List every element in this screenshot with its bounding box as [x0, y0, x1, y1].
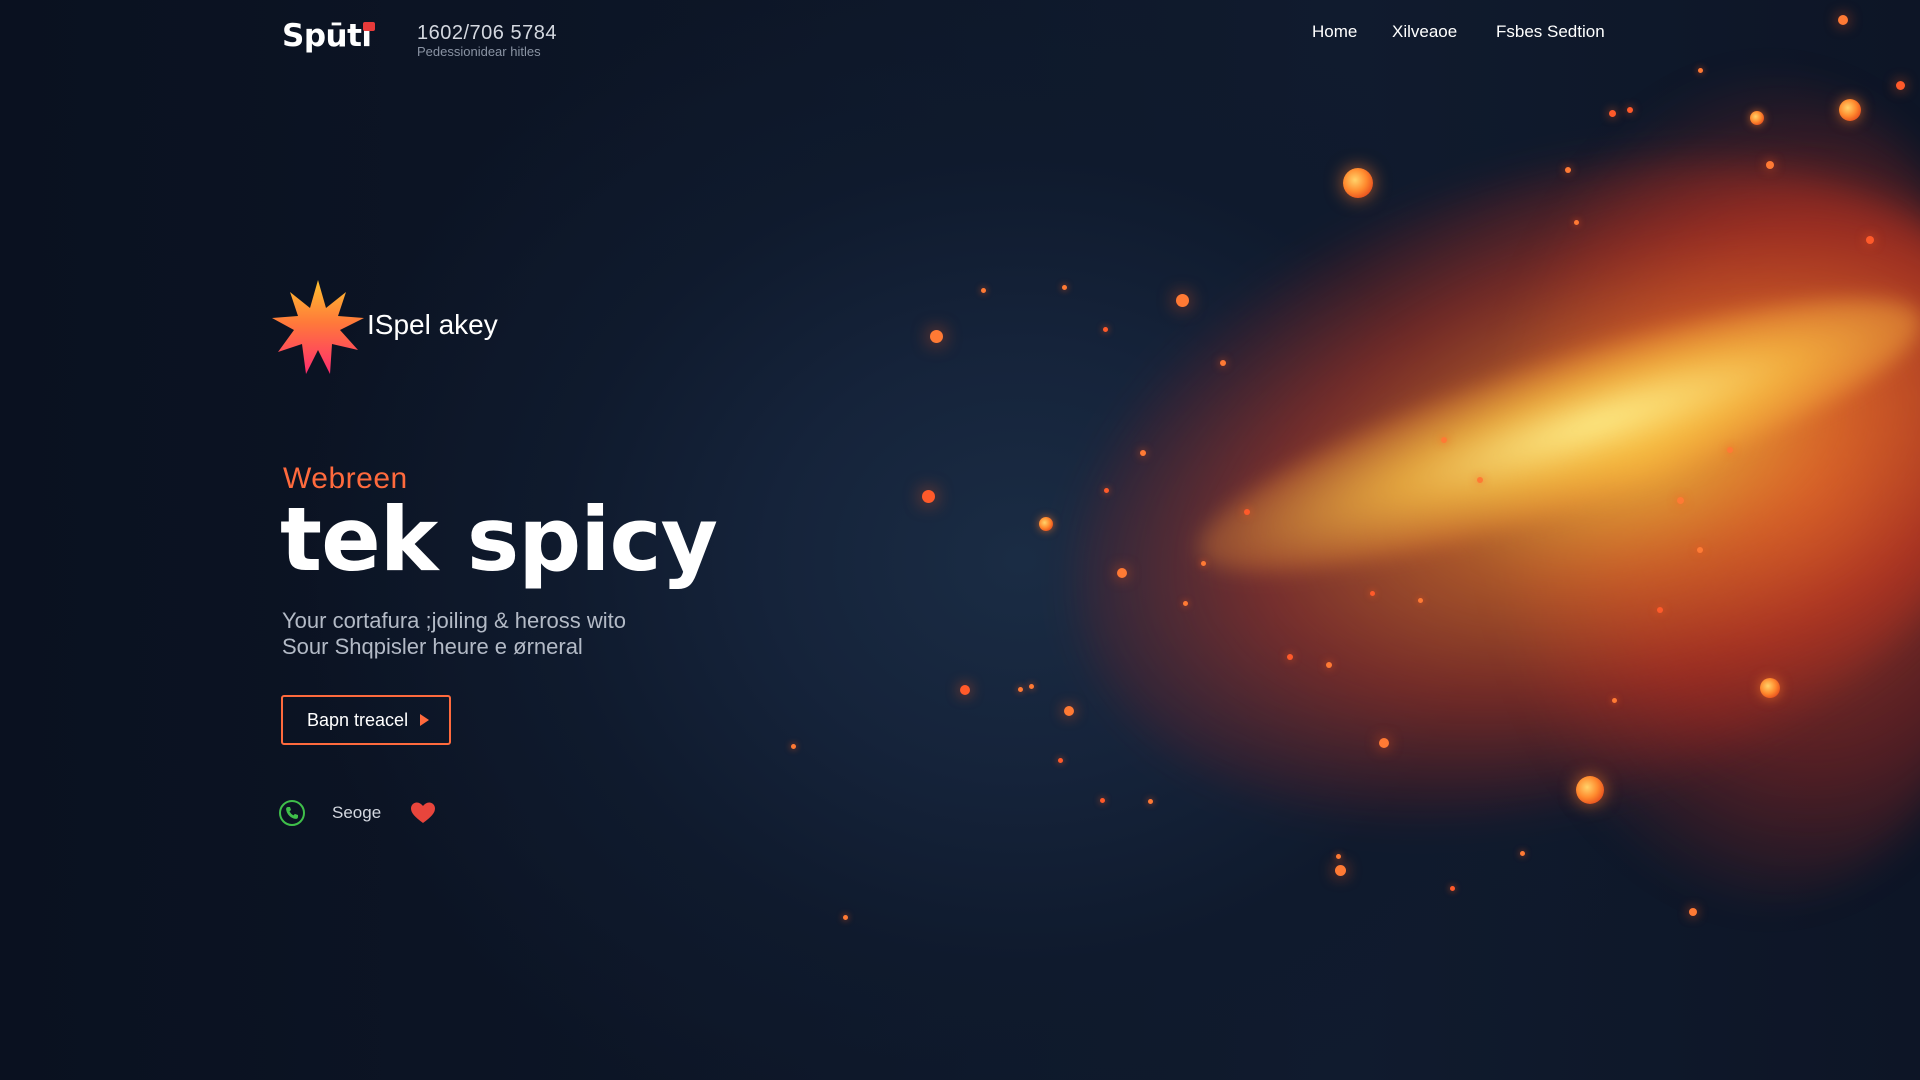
ember-particle: [1061, 284, 1067, 290]
ember-particle: [929, 329, 943, 343]
ember-particle: [1140, 450, 1146, 456]
hero-headline: tek spicy: [280, 488, 718, 591]
starburst-icon: [272, 280, 364, 374]
ember-particle: [1676, 496, 1684, 504]
ember-particle: [1627, 107, 1633, 113]
hero-background: Spūti 1602/706 5784 Pedessionidear hitle…: [0, 0, 1920, 1080]
nav-item-section[interactable]: Fsbes Sedtion: [1496, 22, 1605, 42]
logo-accent-mark: [363, 22, 375, 31]
ember-particle: [1689, 908, 1697, 916]
ember-particle: [1766, 161, 1774, 169]
ember-particle: [1326, 662, 1332, 668]
ember-particle: [1657, 607, 1663, 613]
ember-particle: [1244, 509, 1250, 515]
ember-particle: [1441, 437, 1447, 443]
phone-handset-icon: [286, 807, 298, 819]
ember-particle: [1200, 560, 1206, 566]
ember-particle: [1573, 219, 1579, 225]
cta-button-label: Bapn treacel: [307, 709, 409, 730]
ember-particle: [1417, 597, 1423, 603]
ember-particle: [1866, 236, 1874, 244]
ember-particle: [921, 489, 935, 503]
ember-particle: [1102, 326, 1108, 332]
ember-particle: [1175, 293, 1189, 307]
ember-particle: [1064, 706, 1074, 716]
ember-particle: [1117, 568, 1127, 578]
header-phone-number: 1602/706 5784: [417, 22, 557, 44]
ember-particle: [1477, 477, 1483, 483]
site-header: Spūti 1602/706 5784 Pedessionidear hitle…: [0, 0, 1920, 70]
ember-particle: [1379, 738, 1389, 748]
site-logo[interactable]: Spūti: [282, 18, 372, 54]
ember-particle: [1608, 109, 1616, 117]
ember-particle: [1182, 600, 1188, 606]
ember-particle: [1750, 111, 1764, 125]
cta-button[interactable]: Bapn treacel: [281, 695, 451, 745]
ember-particle: [980, 287, 986, 293]
ember-particle: [1895, 80, 1905, 90]
ember-particle: [1611, 697, 1617, 703]
hero-subtitle-line-1: Your cortafura ;joiling & heross wito: [282, 608, 627, 633]
nav-item-home[interactable]: Home: [1312, 22, 1357, 42]
ember-particle: [1099, 797, 1105, 803]
ember-particle: [1576, 776, 1604, 804]
ember-particle: [960, 685, 970, 695]
ember-particle: [842, 914, 848, 920]
ember-particle: [1147, 798, 1153, 804]
header-tagline: Pedessionidear hitles: [417, 44, 541, 59]
ember-particle: [1335, 853, 1341, 859]
ember-particle: [1017, 686, 1023, 692]
ember-particle: [1519, 850, 1525, 856]
ember-particle: [1220, 360, 1226, 366]
ember-particle: [1697, 547, 1703, 553]
ember-particle: [1727, 447, 1733, 453]
fire-glow-outer: [1500, 80, 1920, 900]
play-arrow-icon: [420, 714, 429, 726]
ember-particle: [1334, 864, 1346, 876]
ember-particle: [1028, 683, 1034, 689]
fire-glow-core: [1175, 246, 1920, 624]
ember-particle: [1343, 168, 1373, 198]
ember-particle: [1839, 99, 1861, 121]
fire-glow-main: [988, 43, 1920, 937]
ember-particle: [1565, 167, 1571, 173]
ember-particle: [1369, 590, 1375, 596]
ember-particle: [790, 743, 796, 749]
phone-icon[interactable]: [279, 800, 305, 826]
ember-particle: [1039, 517, 1053, 531]
nav-item-xilveaoe[interactable]: Xilveaoe: [1392, 22, 1457, 42]
ember-particle: [1057, 757, 1063, 763]
badge-label: ISpel akey: [367, 309, 498, 340]
hero-subtitle-line-2: Sour Shqpisler heure e ørneral: [282, 634, 583, 659]
social-label[interactable]: Seoge: [332, 803, 381, 823]
heart-icon[interactable]: [410, 801, 436, 825]
ember-particle: [1103, 487, 1109, 493]
ember-particle: [1760, 678, 1780, 698]
ember-particle: [1449, 885, 1455, 891]
ember-particle: [1287, 654, 1293, 660]
